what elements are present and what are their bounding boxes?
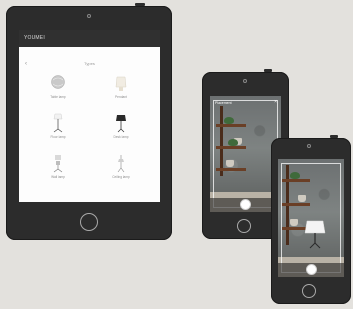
camera-frame (213, 100, 278, 208)
floor-lamp-icon (53, 113, 63, 133)
power-button[interactable] (264, 69, 272, 72)
phone-b-screen (278, 159, 344, 277)
lamp-label: Floor lamp (50, 135, 66, 139)
lamp-label: Desk lamp (113, 135, 129, 139)
shutter-button-icon[interactable] (306, 264, 317, 275)
phone-device-right (271, 135, 351, 304)
front-camera-icon (243, 79, 247, 83)
lamp-tile-desk[interactable]: Desk lamp (96, 113, 146, 149)
tablet-device: YOUMEI ‹ Types Table lamp Pendant Floor … (6, 3, 172, 240)
lamp-tile-table[interactable]: Table lamp (33, 73, 83, 109)
page-title: Types (84, 61, 95, 66)
lamp-tile-ceiling[interactable]: Ceiling lamp (96, 153, 146, 189)
home-button[interactable] (80, 213, 98, 231)
front-camera-icon (87, 14, 91, 18)
lamp-label: Table lamp (50, 95, 66, 99)
lamp-label: Pendant (115, 95, 127, 99)
lamp-tile-wall[interactable]: Wall lamp (33, 153, 83, 189)
home-button[interactable] (237, 219, 251, 233)
lamp-tile-floor[interactable]: Floor lamp (33, 113, 83, 149)
power-button[interactable] (135, 3, 145, 6)
lamp-label: Ceiling lamp (112, 175, 130, 179)
lamp-label: Wall lamp (51, 175, 65, 179)
home-button[interactable] (302, 284, 316, 298)
tablet-screen: YOUMEI ‹ Types Table lamp Pendant Floor … (19, 30, 160, 202)
lamp-tile-pendant[interactable]: Pendant (96, 73, 146, 109)
camera-frame (281, 163, 341, 273)
desk-lamp-icon (116, 115, 126, 133)
front-camera-icon (307, 144, 311, 148)
lamp-type-grid: Table lamp Pendant Floor lamp Desk lamp … (19, 73, 160, 198)
app-title: YOUMEI (24, 35, 45, 41)
globe-lamp-icon (51, 75, 65, 89)
power-button[interactable] (330, 135, 338, 138)
app-header: YOUMEI (19, 30, 160, 47)
wall-lamp-icon (53, 155, 63, 173)
shutter-button-icon[interactable] (240, 199, 251, 210)
lamp-placed-icon[interactable] (304, 219, 326, 249)
screen-label: Placement (215, 101, 232, 105)
ceiling-lamp-icon (117, 155, 125, 173)
close-icon[interactable]: × (274, 99, 277, 105)
pendant-lamp-icon (115, 76, 127, 91)
